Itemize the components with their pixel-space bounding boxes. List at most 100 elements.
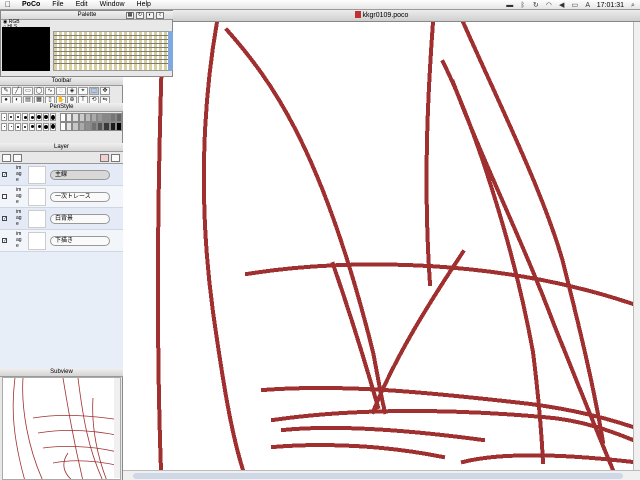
menu-edit[interactable]: Edit <box>70 1 94 8</box>
menu-bar:  PoCo File Edit Window Help ▬ ᛒ ↻ ◠ ◀ ▭… <box>0 0 640 10</box>
tool-panels: Toolbar ✎ ╱ ▭ ◯ ∿ ◌ ◈ ⌖ ⬚ ✥ ● ◐ ▤ ▦ ▯ ✋ … <box>0 10 123 480</box>
curve-tool-icon[interactable]: ∿ <box>45 87 55 95</box>
layer-visibility-checkbox[interactable]: ✓ <box>2 238 7 244</box>
delete-layer-icon[interactable] <box>100 154 109 162</box>
apple-menu-icon[interactable]:  <box>0 0 16 9</box>
sync-icon[interactable]: ↻ <box>532 2 540 9</box>
ellipse-tool-icon[interactable]: ◯ <box>34 87 44 95</box>
palette-window: Palette ◉ RGB ○ HLS ▦ ↻ ◐ ⌇ <box>0 10 173 77</box>
penstyle-title: PenStyle <box>0 103 123 112</box>
menu-help[interactable]: Help <box>131 1 157 8</box>
palette-grid-icon[interactable]: ▦ <box>126 12 134 19</box>
pen-size-option[interactable] <box>22 122 28 131</box>
pen-size-option[interactable] <box>36 122 42 131</box>
canvas-horizontal-scrollbar[interactable] <box>123 470 640 480</box>
drawing-canvas[interactable] <box>123 22 633 470</box>
canvas-drawing <box>155 22 633 470</box>
fill-tool-icon[interactable]: ◈ <box>67 87 77 95</box>
layer-name-field[interactable]: 下描き <box>50 236 110 246</box>
selection-tool-icon[interactable]: ⬚ <box>89 87 99 95</box>
pen-size-option[interactable] <box>8 113 14 121</box>
bluetooth-icon[interactable]: ᛒ <box>519 2 527 9</box>
layer-name-field[interactable]: 主線 <box>50 170 110 180</box>
layer-thumbnail <box>28 232 46 250</box>
layer-options-icon[interactable] <box>111 154 120 162</box>
document-titlebar[interactable]: kkgr0109.poco <box>123 10 640 22</box>
wifi-icon[interactable]: ◠ <box>545 2 553 9</box>
pen-size-option[interactable] <box>50 113 56 121</box>
layer-title: Layer <box>0 143 123 152</box>
penstyle-panel: PenStyle <box>0 103 123 143</box>
dock-icon[interactable]: ▬ <box>506 2 514 9</box>
document-icon <box>354 11 361 18</box>
layer-thumbnail <box>28 210 46 228</box>
subview-drawing <box>12 378 120 479</box>
pen-size-option[interactable] <box>29 113 35 121</box>
volume-icon[interactable]: ◀ <box>558 2 566 9</box>
spotlight-icon[interactable]: ⌕ <box>629 2 637 9</box>
density-swatch[interactable] <box>115 122 122 131</box>
pen-density-swatches <box>60 113 122 131</box>
palette-mask-icon[interactable]: ◐ <box>146 12 154 19</box>
palette-scrollbar[interactable] <box>168 31 173 71</box>
layer-row[interactable]: ✓ im ag e 下描き <box>0 230 123 252</box>
palette-buttons: ▦ ↻ ◐ ⌇ <box>126 12 164 19</box>
layer-toolbar <box>0 152 123 164</box>
layer-type-label: im ag e <box>16 209 22 227</box>
layer-row[interactable]: im ag e 一次トレース <box>0 186 123 208</box>
eyedrop-tool-icon[interactable]: ⌖ <box>78 87 88 95</box>
subview-panel: Subview <box>0 368 123 480</box>
subview-title: Subview <box>0 368 123 377</box>
layer-type-label: im ag e <box>16 187 22 205</box>
line-tool-icon[interactable]: ╱ <box>12 87 22 95</box>
lasso-tool-icon[interactable]: ◌ <box>56 87 66 95</box>
palette-refresh-icon[interactable]: ↻ <box>136 12 144 19</box>
pen-size-option[interactable] <box>8 122 14 131</box>
subview-scrollbar[interactable] <box>114 378 120 478</box>
toolbar-title: Toolbar <box>0 77 123 86</box>
status-menus: ▬ ᛒ ↻ ◠ ◀ ▭ A 17:01:31 ⌕ <box>506 0 637 10</box>
current-color-swatch[interactable] <box>2 27 50 71</box>
new-layer-icon[interactable] <box>2 154 11 162</box>
pen-size-option[interactable] <box>22 113 28 121</box>
pen-size-option[interactable] <box>1 122 7 131</box>
pen-size-option[interactable] <box>29 122 35 131</box>
horizontal-scroll-thumb[interactable] <box>133 473 623 479</box>
layer-name-field[interactable]: 白背景 <box>50 214 110 224</box>
layer-visibility-checkbox[interactable]: ✓ <box>2 172 7 178</box>
layer-visibility-checkbox[interactable]: ✓ <box>2 216 7 222</box>
menu-file[interactable]: File <box>46 1 69 8</box>
input-method-icon[interactable]: A <box>584 2 592 9</box>
pen-size-option[interactable] <box>43 122 49 131</box>
menu-app[interactable]: PoCo <box>16 1 46 8</box>
layer-name-field[interactable]: 一次トレース <box>50 192 110 202</box>
subview-canvas[interactable] <box>2 377 121 480</box>
pen-size-option[interactable] <box>43 113 49 121</box>
canvas-vertical-scrollbar[interactable] <box>633 22 640 470</box>
pen-size-grid <box>1 113 59 131</box>
layer-row[interactable]: ✓ im ag e 白背景 <box>0 208 123 230</box>
pen-size-option[interactable] <box>15 122 21 131</box>
rect-tool-icon[interactable]: ▭ <box>23 87 33 95</box>
layer-visibility-checkbox[interactable] <box>2 194 7 199</box>
layer-thumbnail <box>28 188 46 206</box>
toolbar-panel: Toolbar ✎ ╱ ▭ ◯ ∿ ◌ ◈ ⌖ ⬚ ✥ ● ◐ ▤ ▦ ▯ ✋ … <box>0 77 123 104</box>
pen-tool-icon[interactable]: ✎ <box>1 87 11 95</box>
layer-row[interactable]: ✓ im ag e 主線 <box>0 164 123 186</box>
pen-size-option[interactable] <box>1 113 7 121</box>
layer-type-label: im ag e <box>16 231 22 249</box>
density-swatch[interactable] <box>115 113 122 122</box>
pen-size-option[interactable] <box>15 113 21 121</box>
document-title: kkgr0109.poco <box>362 12 409 19</box>
palette-pick-icon[interactable]: ⌇ <box>156 12 164 19</box>
layer-thumbnail <box>28 166 46 184</box>
pen-size-option[interactable] <box>36 113 42 121</box>
layer-panel: Layer ✓ im ag e 主線 im ag e 一次トレース ✓ im ag e <box>0 143 123 368</box>
pen-size-option[interactable] <box>50 122 56 131</box>
duplicate-layer-icon[interactable] <box>13 154 22 162</box>
clock[interactable]: 17:01:31 <box>597 2 624 9</box>
move-tool-icon[interactable]: ✥ <box>100 87 110 95</box>
battery-icon[interactable]: ▭ <box>571 2 579 9</box>
menu-window[interactable]: Window <box>94 1 131 8</box>
palette-color-grid[interactable] <box>53 31 169 71</box>
